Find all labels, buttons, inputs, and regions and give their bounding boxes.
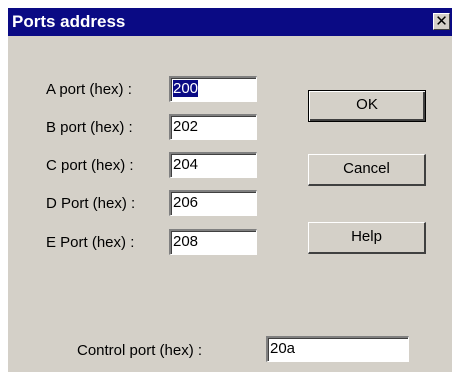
c-port-label: C port (hex) : [46,157,134,174]
cancel-button[interactable]: Cancel [308,154,426,186]
e-port-label: E Port (hex) : [46,234,135,251]
a-port-input[interactable]: 200 [169,76,257,102]
help-button[interactable]: Help [308,222,426,254]
control-port-label: Control port (hex) : [77,342,203,359]
d-port-input[interactable]: 206 [169,190,257,216]
title-bar[interactable]: Ports address ✕ [8,8,452,36]
b-port-input[interactable]: 202 [169,114,257,140]
close-icon[interactable]: ✕ [433,13,450,30]
control-port-input[interactable]: 20a [266,336,409,362]
a-port-label: A port (hex) : [46,81,132,98]
ok-button[interactable]: OK [308,90,426,122]
ports-address-dialog: Ports address ✕ A port (hex) : 200 B por… [8,8,452,372]
dialog-title: Ports address [12,12,126,31]
d-port-label: D Port (hex) : [46,195,136,212]
e-port-input[interactable]: 208 [169,229,257,255]
b-port-label: B port (hex) : [46,119,133,136]
c-port-input[interactable]: 204 [169,152,257,178]
